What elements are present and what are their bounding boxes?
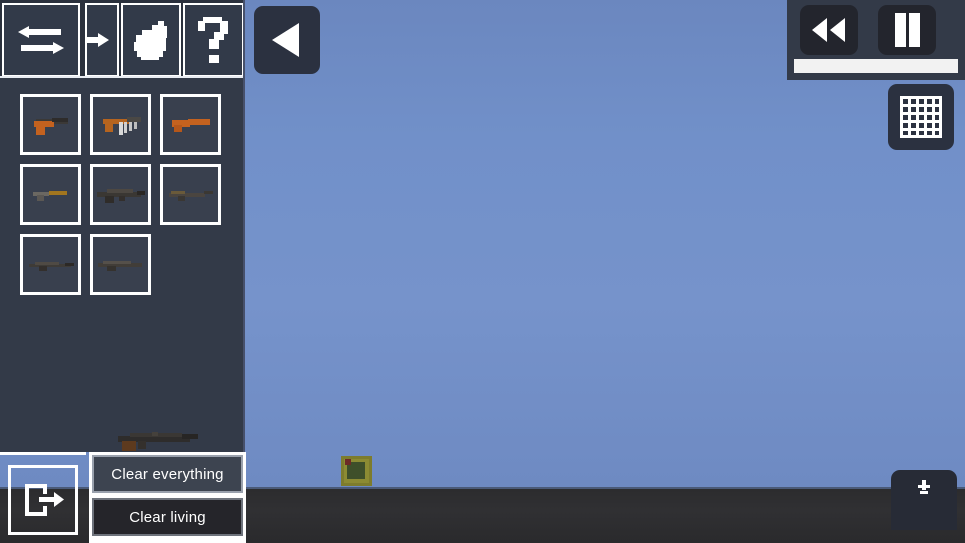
back-button[interactable]: Back <box>254 6 320 74</box>
bottom-bar-divider <box>0 452 86 455</box>
pause-icon-bar-right <box>908 13 920 47</box>
assault-rifle-icon <box>96 188 145 203</box>
rewind-icon <box>812 18 845 42</box>
spawn-sidebar: Transfer Next <box>0 0 245 452</box>
sawed-off-icon <box>171 118 210 132</box>
playback-panel: Rewind Pause 100 <box>787 0 965 80</box>
clear-living-button[interactable]: Clear living <box>92 498 243 536</box>
carbine-icon <box>168 190 213 201</box>
sidebar-tab-explosives[interactable]: Explosives <box>120 3 182 77</box>
play-left-triangle-icon <box>272 23 299 57</box>
grid-icon <box>900 96 942 138</box>
swap-arrows-icon <box>17 26 64 54</box>
weapon-slot-2[interactable]: Machine Pistol <box>90 94 151 155</box>
weapon-slot-4[interactable]: Submachine Gun <box>20 164 81 225</box>
clear-actions-group: Clear everything Clear living <box>89 452 246 543</box>
sniper-rifle-icon <box>28 261 74 271</box>
timeline-slider[interactable]: 100 <box>794 59 958 73</box>
weapon-slot-5[interactable]: Assault Rifle <box>90 164 151 225</box>
exit-door-icon <box>25 484 64 516</box>
weapon-slot-6[interactable]: Carbine <box>160 164 221 225</box>
anchor-icon <box>918 480 930 494</box>
entity-marker <box>345 459 351 465</box>
weapon-slot-1[interactable]: Pistol <box>20 94 81 155</box>
weapon-slot-7[interactable]: Sniper Rifle <box>20 234 81 295</box>
bottom-right-button[interactable]: Options <box>891 470 957 530</box>
sidebar-tab-row: Transfer Next <box>0 0 245 78</box>
sidebar-right-edge <box>243 0 245 452</box>
arrow-right-icon <box>84 33 109 47</box>
machine-pistol-icon <box>102 116 141 135</box>
app-root: Transfer Next <box>0 0 965 543</box>
tab-row-underline <box>0 76 245 78</box>
weapon-preview-sprite <box>118 432 198 451</box>
sidebar-tab-help[interactable]: Help <box>183 3 245 77</box>
rewind-button[interactable]: Rewind <box>800 5 858 55</box>
sidebar-tab-transfer[interactable]: Transfer <box>2 3 80 77</box>
weapon-slot-grid: Pistol Machine Pistol <box>20 94 230 295</box>
timeline-fill <box>794 59 958 73</box>
clear-everything-button[interactable]: Clear everything <box>92 455 243 493</box>
weapon-slot-3[interactable]: Sawed-off Shotgun <box>160 94 221 155</box>
sidebar-tab-next[interactable]: Next <box>84 3 119 77</box>
playback-buttons: Rewind Pause <box>800 5 936 55</box>
weapon-slot-8[interactable]: Battle Rifle <box>90 234 151 295</box>
grenade-icon <box>134 21 168 60</box>
pistol-icon <box>33 117 68 135</box>
grid-toggle-button[interactable]: Toggle Grid <box>888 84 954 150</box>
pause-icon-bar-left <box>894 13 906 47</box>
pause-button[interactable]: Pause <box>878 5 936 55</box>
spawned-entity[interactable] <box>341 456 372 486</box>
question-mark-icon <box>197 17 228 63</box>
battle-rifle-icon <box>97 260 142 271</box>
smg-icon <box>32 190 67 201</box>
exit-button[interactable]: Exit <box>8 465 78 535</box>
